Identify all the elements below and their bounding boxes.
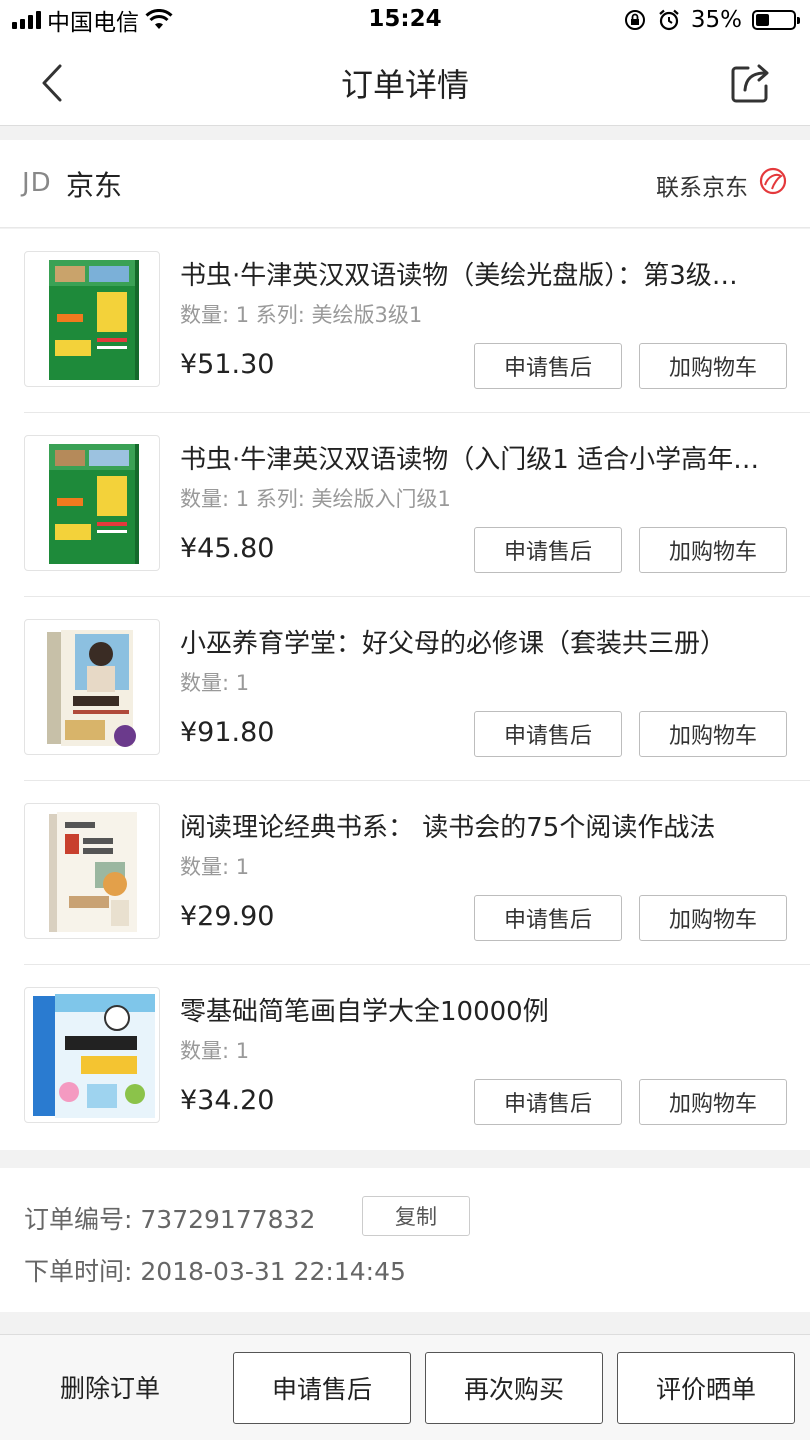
after-sale-button[interactable]: 申请售后 [474, 343, 622, 389]
product-meta: 数量: 1 系列: 美绘版3级1 [180, 303, 423, 327]
alarm-icon [659, 9, 679, 31]
rotation-lock-icon [624, 10, 645, 30]
order-number-value: 73729177832 [140, 1205, 316, 1234]
add-to-cart-button[interactable]: 加购物车 [639, 895, 787, 941]
copy-button[interactable]: 复制 [362, 1196, 470, 1236]
add-to-cart-button[interactable]: 加购物车 [639, 527, 787, 573]
status-bar: 中国电信 15:24 35% [0, 0, 810, 40]
product-thumbnail[interactable] [24, 803, 160, 939]
jd-logo: JD [22, 168, 52, 198]
customer-service-icon[interactable] [758, 166, 788, 196]
product-title[interactable]: 阅读理论经典书系： 读书会的75个阅读作战法 [180, 807, 790, 844]
order-time-value: 2018-03-31 22:14:45 [140, 1257, 406, 1286]
after-sale-button[interactable]: 申请售后 [474, 1079, 622, 1125]
order-number-label: 订单编号: [24, 1205, 133, 1234]
product-price: ¥45.80 [180, 533, 275, 564]
product-price: ¥91.80 [180, 717, 275, 748]
product-title[interactable]: 书虫·牛津英汉双语读物（入门级1 适合小学高年… [180, 439, 790, 476]
nav-bar: 订单详情 [0, 40, 810, 126]
add-to-cart-button[interactable]: 加购物车 [639, 343, 787, 389]
order-time-row: 下单时间: 2018-03-31 22:14:45 [24, 1252, 406, 1288]
shop-name[interactable]: 京东 [66, 164, 122, 204]
list-item[interactable]: 零基础简笔画自学大全10000例 数量: 1 ¥34.20 申请售后 加购物车 [0, 965, 810, 1149]
page-title: 订单详情 [340, 66, 469, 104]
product-title[interactable]: 零基础简笔画自学大全10000例 [180, 991, 790, 1028]
contact-jd-link[interactable]: 联系京东 [656, 168, 748, 202]
list-item[interactable]: 书虫·牛津英汉双语读物（美绘光盘版）：第3级… 数量: 1 系列: 美绘版3级1… [0, 229, 810, 413]
order-items: 书虫·牛津英汉双语读物（美绘光盘版）：第3级… 数量: 1 系列: 美绘版3级1… [0, 229, 810, 1150]
order-time-label: 下单时间: [24, 1257, 133, 1286]
battery-percent: 35% [690, 7, 742, 33]
product-meta: 数量: 1 [180, 671, 250, 695]
product-meta: 数量: 1 [180, 1039, 250, 1063]
share-icon[interactable] [728, 58, 776, 106]
bottom-action-bar: 删除订单 申请售后 再次购买 评价晒单 [0, 1334, 810, 1440]
product-meta: 数量: 1 [180, 855, 250, 879]
product-price: ¥51.30 [180, 349, 275, 380]
order-info: 订单编号: 73729177832 复制 下单时间: 2018-03-31 22… [0, 1168, 810, 1312]
order-number-row: 订单编号: 73729177832 [24, 1200, 315, 1236]
battery-level [756, 14, 769, 26]
delete-order-button[interactable]: 删除订单 [20, 1351, 200, 1423]
book-cover-image [47, 630, 136, 747]
rebuy-button[interactable]: 再次购买 [425, 1352, 603, 1424]
status-right: 35% [623, 6, 800, 34]
add-to-cart-button[interactable]: 加购物车 [639, 1079, 787, 1125]
after-sale-button[interactable]: 申请售后 [233, 1352, 411, 1424]
product-thumbnail[interactable] [24, 987, 160, 1123]
list-item[interactable]: 小巫养育学堂：好父母的必修课（套装共三册） 数量: 1 ¥91.80 申请售后 … [0, 597, 810, 781]
list-item[interactable]: 阅读理论经典书系： 读书会的75个阅读作战法 数量: 1 ¥29.90 申请售后… [0, 781, 810, 965]
product-price: ¥34.20 [180, 1085, 275, 1116]
battery-icon [752, 10, 800, 30]
product-thumbnail[interactable] [24, 619, 160, 755]
product-title[interactable]: 书虫·牛津英汉双语读物（美绘光盘版）：第3级… [180, 255, 790, 292]
product-price: ¥29.90 [180, 901, 275, 932]
after-sale-button[interactable]: 申请售后 [474, 711, 622, 757]
product-meta: 数量: 1 系列: 美绘版入门级1 [180, 487, 451, 511]
review-button[interactable]: 评价晒单 [617, 1352, 795, 1424]
after-sale-button[interactable]: 申请售后 [474, 895, 622, 941]
book-cover-image [33, 994, 155, 1118]
product-thumbnail[interactable] [24, 251, 160, 387]
book-cover-image [49, 260, 139, 380]
book-cover-image [49, 444, 139, 564]
add-to-cart-button[interactable]: 加购物车 [639, 711, 787, 757]
shop-header: JD 京东 联系京东 [0, 140, 810, 228]
after-sale-button[interactable]: 申请售后 [474, 527, 622, 573]
list-item[interactable]: 书虫·牛津英汉双语读物（入门级1 适合小学高年… 数量: 1 系列: 美绘版入门… [0, 413, 810, 597]
product-title[interactable]: 小巫养育学堂：好父母的必修课（套装共三册） [180, 623, 790, 660]
book-cover-image [49, 812, 137, 932]
product-thumbnail[interactable] [24, 435, 160, 571]
